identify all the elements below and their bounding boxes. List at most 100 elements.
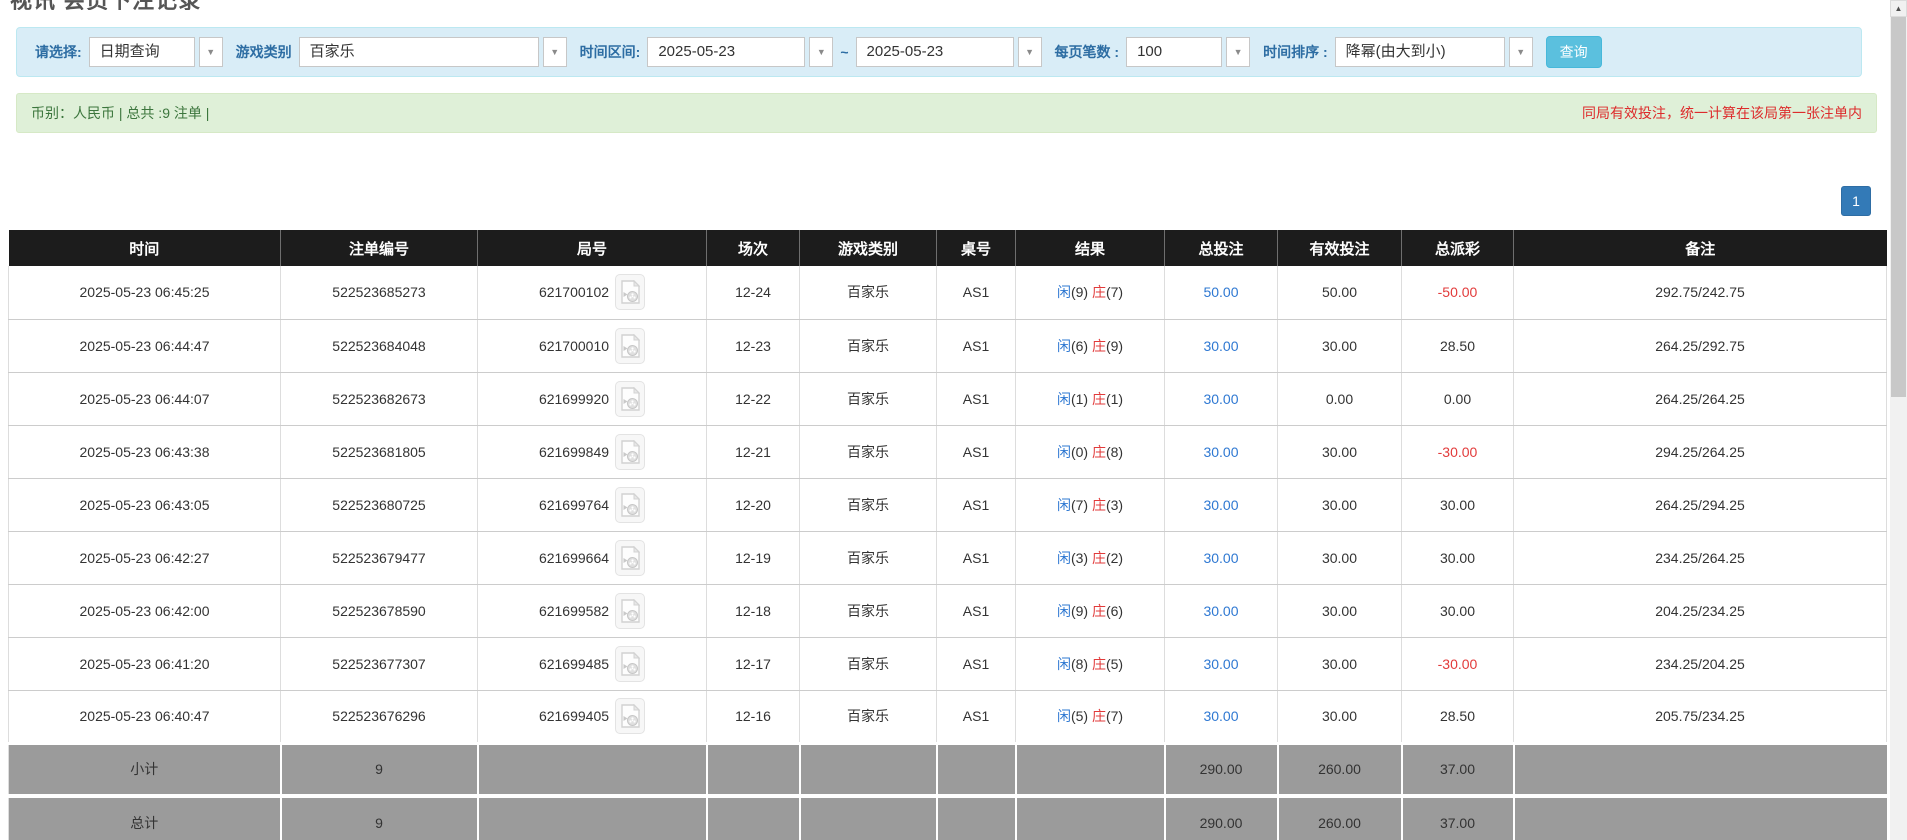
query-type-select[interactable]: 日期查询 ▼ — [89, 37, 223, 67]
total-count: 9 — [281, 796, 478, 840]
cell-bet-id: 522523680725 — [281, 478, 478, 531]
cell-game-type: 百家乐 — [800, 372, 937, 425]
header-cell: 注单编号 — [281, 230, 478, 266]
cell-table-no: AS1 — [937, 584, 1016, 637]
page-button-1[interactable]: 1 — [1841, 186, 1871, 216]
total-bet-link[interactable]: 30.00 — [1203, 444, 1238, 460]
result-banker: 庄 — [1092, 656, 1106, 672]
total-bet-link[interactable]: 30.00 — [1203, 497, 1238, 513]
total-bet-link[interactable]: 30.00 — [1203, 603, 1238, 619]
grand-total-row: 总计 9 290.00 260.00 37.00 — [9, 796, 1887, 840]
table-body: 2025-05-23 06:45:25 522523685273 6217001… — [9, 266, 1887, 840]
cell-total-bet: 30.00 — [1165, 637, 1278, 690]
bet-records-table: 时间注单编号局号场次游戏类别桌号结果总投注有效投注总派彩备注 2025-05-2… — [8, 230, 1887, 840]
result-banker: 庄 — [1092, 603, 1106, 619]
chevron-down-icon[interactable]: ▼ — [809, 37, 833, 67]
total-bet-link[interactable]: 30.00 — [1203, 708, 1238, 724]
cell-valid-bet: 30.00 — [1278, 319, 1402, 372]
video-record-button[interactable] — [615, 487, 645, 523]
cell-session: 12-18 — [707, 584, 800, 637]
video-record-button[interactable] — [615, 593, 645, 629]
subtotal-row: 小计 9 290.00 260.00 37.00 — [9, 743, 1887, 796]
cell-payout: -30.00 — [1402, 425, 1514, 478]
cell-game-type: 百家乐 — [800, 637, 937, 690]
video-record-button[interactable] — [615, 274, 645, 310]
table-row: 2025-05-23 06:43:38 522523681805 6216998… — [9, 425, 1887, 478]
sort-select[interactable]: 降幂(由大到小) ▼ — [1335, 37, 1533, 67]
cell-result: 闲(6) 庄(9) — [1016, 319, 1165, 372]
vertical-scrollbar[interactable]: ▲ — [1890, 0, 1907, 840]
time-range-label: 时间区间: — [580, 42, 641, 62]
cell-session: 12-22 — [707, 372, 800, 425]
total-bet-link[interactable]: 30.00 — [1203, 656, 1238, 672]
note-same-round: 同局有效投注，统一计算在该局第一张注单内 — [1582, 103, 1862, 123]
payout-sum: 37.00 — [1402, 743, 1514, 796]
cell-bet-id: 522523684048 — [281, 319, 478, 372]
payout-value: -30.00 — [1438, 656, 1478, 672]
cell-payout: 28.50 — [1402, 690, 1514, 743]
cell-table-no: AS1 — [937, 478, 1016, 531]
video-record-button[interactable] — [615, 381, 645, 417]
cell-total-bet: 50.00 — [1165, 266, 1278, 319]
cell-valid-bet: 30.00 — [1278, 690, 1402, 743]
result-player: 闲 — [1057, 656, 1071, 672]
currency-summary: 币别：人民币 | 总共 :9 注单 | — [31, 103, 209, 123]
cell-payout: 30.00 — [1402, 531, 1514, 584]
page-size-value[interactable]: 100 — [1126, 37, 1222, 67]
cell-valid-bet: 30.00 — [1278, 425, 1402, 478]
video-record-button[interactable] — [615, 698, 645, 734]
scrollbar-thumb[interactable] — [1891, 17, 1906, 397]
table-row: 2025-05-23 06:42:00 522523678590 6216995… — [9, 584, 1887, 637]
cell-bet-id: 522523679477 — [281, 531, 478, 584]
video-record-icon — [621, 546, 640, 570]
query-type-value[interactable]: 日期查询 — [89, 37, 195, 67]
result-player: 闲 — [1057, 550, 1071, 566]
result-player: 闲 — [1057, 708, 1071, 724]
cell-time: 2025-05-23 06:43:38 — [9, 425, 281, 478]
chevron-down-icon[interactable]: ▼ — [199, 37, 223, 67]
cell-session: 12-19 — [707, 531, 800, 584]
scroll-up-icon[interactable]: ▲ — [1890, 0, 1907, 17]
video-record-icon — [621, 280, 640, 304]
header-cell: 结果 — [1016, 230, 1165, 266]
cell-round-no: 621699664 — [478, 531, 707, 584]
payout-value: 30.00 — [1440, 497, 1475, 513]
page-size-select[interactable]: 100 ▼ — [1126, 37, 1250, 67]
cell-remark: 204.25/234.25 — [1514, 584, 1887, 637]
chevron-down-icon[interactable]: ▼ — [543, 37, 567, 67]
date-from-value[interactable]: 2025-05-23 — [647, 37, 805, 67]
video-record-icon — [621, 440, 640, 464]
video-record-button[interactable] — [615, 434, 645, 470]
game-type-select[interactable]: 百家乐 ▼ — [299, 37, 567, 67]
video-record-button[interactable] — [615, 540, 645, 576]
game-type-value[interactable]: 百家乐 — [299, 37, 539, 67]
video-record-icon — [621, 599, 640, 623]
cell-total-bet: 30.00 — [1165, 531, 1278, 584]
cell-round-no: 621700102 — [478, 266, 707, 319]
total-bet-link[interactable]: 30.00 — [1203, 391, 1238, 407]
date-to-value[interactable]: 2025-05-23 — [856, 37, 1014, 67]
total-bet-link[interactable]: 30.00 — [1203, 338, 1238, 354]
total-bet-link[interactable]: 50.00 — [1203, 284, 1238, 300]
chevron-down-icon[interactable]: ▼ — [1509, 37, 1533, 67]
cell-table-no: AS1 — [937, 531, 1016, 584]
date-to-select[interactable]: 2025-05-23 ▼ — [856, 37, 1042, 67]
sort-value[interactable]: 降幂(由大到小) — [1335, 37, 1505, 67]
chevron-down-icon[interactable]: ▼ — [1226, 37, 1250, 67]
cell-round-no: 621699764 — [478, 478, 707, 531]
result-banker: 庄 — [1092, 708, 1106, 724]
cell-time: 2025-05-23 06:40:47 — [9, 690, 281, 743]
video-record-button[interactable] — [615, 646, 645, 682]
video-record-button[interactable] — [615, 328, 645, 364]
chevron-down-icon[interactable]: ▼ — [1018, 37, 1042, 67]
header-cell: 场次 — [707, 230, 800, 266]
cell-session: 12-17 — [707, 637, 800, 690]
search-button[interactable]: 查询 — [1546, 36, 1602, 68]
cell-total-bet: 30.00 — [1165, 425, 1278, 478]
date-range-tilde: ~ — [840, 44, 848, 60]
total-bet-sum: 290.00 — [1165, 743, 1278, 796]
total-label: 总计 — [9, 796, 281, 840]
date-from-select[interactable]: 2025-05-23 ▼ — [647, 37, 833, 67]
cell-round-no: 621699485 — [478, 637, 707, 690]
total-bet-link[interactable]: 30.00 — [1203, 550, 1238, 566]
